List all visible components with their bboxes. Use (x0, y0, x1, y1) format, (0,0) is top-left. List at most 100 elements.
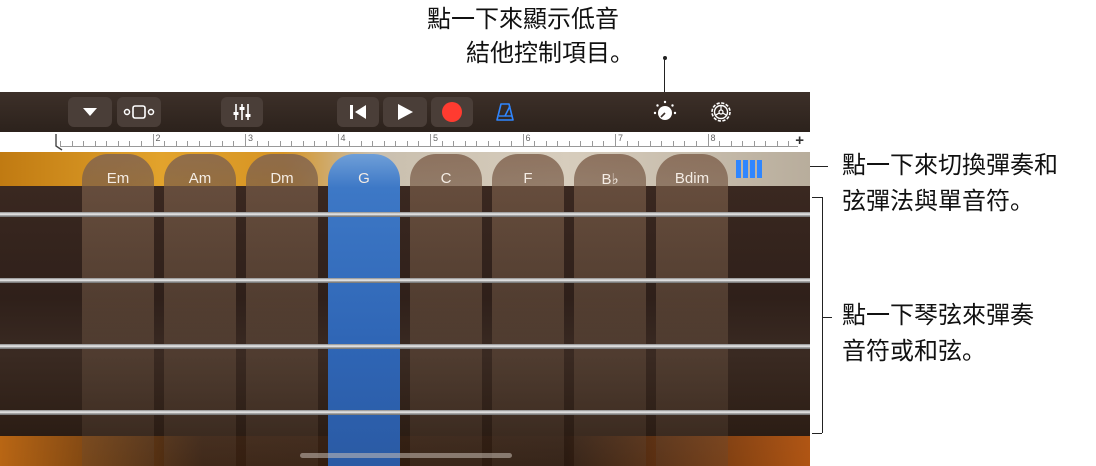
ruler-tick (187, 141, 189, 146)
ruler-tick (707, 134, 709, 146)
browser-dropdown-button[interactable] (68, 97, 112, 127)
chord-strip[interactable]: C (410, 154, 482, 466)
ruler-tick (152, 134, 154, 146)
playhead-icon (55, 134, 63, 151)
mixer-button[interactable] (221, 97, 263, 127)
ruler-tick (580, 141, 582, 146)
ruler-bar-number: 6 (525, 133, 531, 143)
ruler-tick (672, 141, 674, 146)
ruler-tick (221, 141, 223, 146)
play-icon (398, 104, 413, 120)
ruler-tick (638, 141, 640, 146)
ruler-tick (557, 141, 559, 146)
control-bar (0, 92, 810, 132)
triangle-down-icon (83, 108, 97, 116)
ruler-tick (476, 141, 478, 146)
ruler-tick (534, 141, 536, 146)
ruler-tick (765, 141, 767, 146)
callout-controls-line2: 結他控制項目。 (466, 39, 634, 67)
ruler-tick (325, 141, 327, 146)
home-indicator (300, 453, 512, 458)
callout-strings-line2: 音符或和弦。 (842, 337, 986, 365)
ruler-tick (487, 141, 489, 146)
ruler-tick (568, 141, 570, 146)
ruler-tick (106, 141, 108, 146)
mixer-sliders-icon (233, 104, 251, 120)
ruler-tick (337, 134, 339, 146)
ruler-tick (117, 141, 119, 146)
ruler-tick (198, 141, 200, 146)
ruler-tick (210, 141, 212, 146)
ruler-bar-number: 2 (155, 133, 161, 143)
ruler-tick (649, 141, 651, 146)
chord-label: G (358, 170, 370, 187)
go-to-beginning-button[interactable] (337, 97, 379, 127)
chord-strip[interactable]: Am (164, 154, 236, 466)
string[interactable] (0, 278, 810, 283)
add-section-button[interactable]: + (795, 132, 804, 149)
chord-strip[interactable]: G (328, 154, 400, 466)
ruler-tick (510, 141, 512, 146)
ruler-tick (661, 141, 663, 146)
callout-strings-bracket-tick (822, 317, 832, 318)
ruler-tick (383, 141, 385, 146)
skip-back-icon (350, 105, 366, 119)
ruler-tick (129, 141, 131, 146)
chord-label: Dm (270, 170, 294, 187)
chord-strip[interactable]: B♭ (574, 154, 646, 466)
chord-strip[interactable]: Dm (246, 154, 318, 466)
ruler-tick (279, 141, 281, 146)
ruler-bar-number: 7 (618, 133, 624, 143)
ruler-bar-number: 3 (248, 133, 254, 143)
ruler-tick (175, 141, 177, 146)
ruler-tick (626, 141, 628, 146)
ruler-tick (441, 141, 443, 146)
notes-chords-switch-button[interactable] (736, 160, 762, 178)
callout-controls-line1: 點一下來顯示低音 (427, 5, 619, 33)
ruler-tick (684, 141, 686, 146)
play-button[interactable] (383, 97, 427, 127)
chord-label: C (440, 170, 452, 187)
ruler-tick (349, 141, 351, 146)
ruler-tick (395, 141, 397, 146)
ruler-tick (464, 141, 466, 146)
ruler-tick (314, 141, 316, 146)
ruler-tick (372, 141, 374, 146)
callout-strings-bracket-vert (822, 197, 823, 433)
ruler-tick (60, 141, 61, 146)
ruler-tick (360, 141, 362, 146)
tracks-view-icon (123, 105, 155, 119)
controls-button[interactable] (651, 98, 679, 126)
string[interactable] (0, 410, 810, 415)
ruler-bar-number: 4 (340, 133, 346, 143)
settings-button[interactable] (707, 98, 735, 126)
ruler-tick (499, 141, 501, 146)
ruler-tick (94, 141, 96, 146)
metronome-icon (496, 103, 514, 121)
ruler-tick (256, 141, 258, 146)
chord-strip[interactable]: Em (82, 154, 154, 466)
chord-strip[interactable]: Bdim (656, 154, 728, 466)
garageband-screen: 2 3 4 5 6 7 8 + Em Am Dm G C F B♭ Bdim (0, 92, 810, 466)
chord-label: Am (188, 170, 212, 187)
string[interactable] (0, 212, 810, 217)
ruler-tick (730, 141, 732, 146)
record-button[interactable] (431, 97, 473, 127)
chord-strip[interactable]: F (492, 154, 564, 466)
ruler-tick (695, 141, 697, 146)
ruler-tick (545, 141, 547, 146)
metronome-button[interactable] (493, 100, 517, 124)
ruler-tick (83, 141, 85, 146)
record-icon (442, 102, 462, 122)
ruler-tick (268, 141, 270, 146)
ruler-tick (418, 141, 420, 146)
knob-icon (653, 100, 677, 120)
ruler-tick (776, 141, 778, 146)
ruler-bar-number: 8 (710, 133, 716, 143)
chord-label: F (523, 170, 533, 187)
ruler-tick (430, 134, 431, 146)
ruler-tick (742, 141, 744, 146)
timeline-ruler[interactable]: 2 3 4 5 6 7 8 + (0, 132, 810, 152)
string[interactable] (0, 344, 810, 349)
tracks-view-button[interactable] (117, 97, 161, 127)
